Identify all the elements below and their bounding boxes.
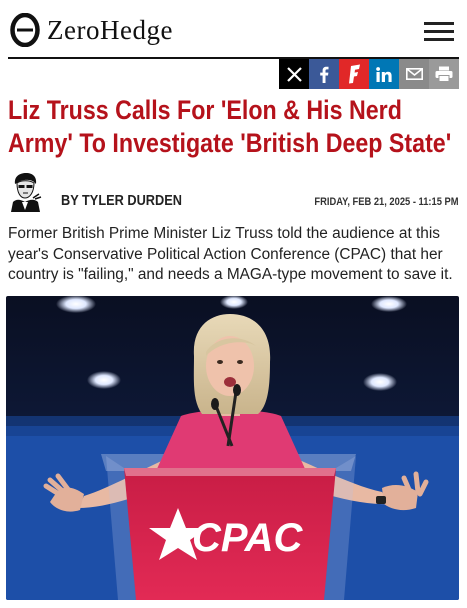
publish-date: FRIDAY, FEB 21, 2025 - 11:15 PM xyxy=(314,196,459,208)
flipboard-icon xyxy=(349,64,360,84)
facebook-icon xyxy=(320,66,329,83)
article-lede: Former British Prime Minister Liz Truss … xyxy=(8,225,453,283)
share-facebook-button[interactable] xyxy=(309,59,339,89)
share-print-button[interactable] xyxy=(429,59,459,89)
linkedin-icon xyxy=(376,66,392,82)
zerohedge-logo-icon xyxy=(10,13,40,47)
share-linkedin-button[interactable] xyxy=(369,59,399,89)
site-name: ZeroHedge xyxy=(47,14,173,45)
x-icon xyxy=(286,66,302,82)
author-avatar xyxy=(8,172,42,212)
share-flipboard-button[interactable] xyxy=(339,59,369,89)
cpac-stage-image: CPAC xyxy=(6,296,459,600)
email-icon xyxy=(405,68,423,80)
article-headline[interactable]: Liz Truss Calls For 'Elon & His Nerd Arm… xyxy=(8,94,458,160)
article-photo[interactable]: CPAC xyxy=(6,296,459,600)
hamburger-menu-icon[interactable] xyxy=(424,22,454,42)
share-toolbar xyxy=(279,59,459,89)
share-email-button[interactable] xyxy=(399,59,429,89)
podium-cpac-text: CPAC xyxy=(192,516,303,560)
site-logo[interactable]: ZeroHedge xyxy=(10,12,173,48)
site-header: ZeroHedge xyxy=(0,0,467,58)
print-icon xyxy=(435,66,453,82)
share-x-button[interactable] xyxy=(279,59,309,89)
author-byline[interactable]: BY TYLER DURDEN xyxy=(61,192,182,209)
